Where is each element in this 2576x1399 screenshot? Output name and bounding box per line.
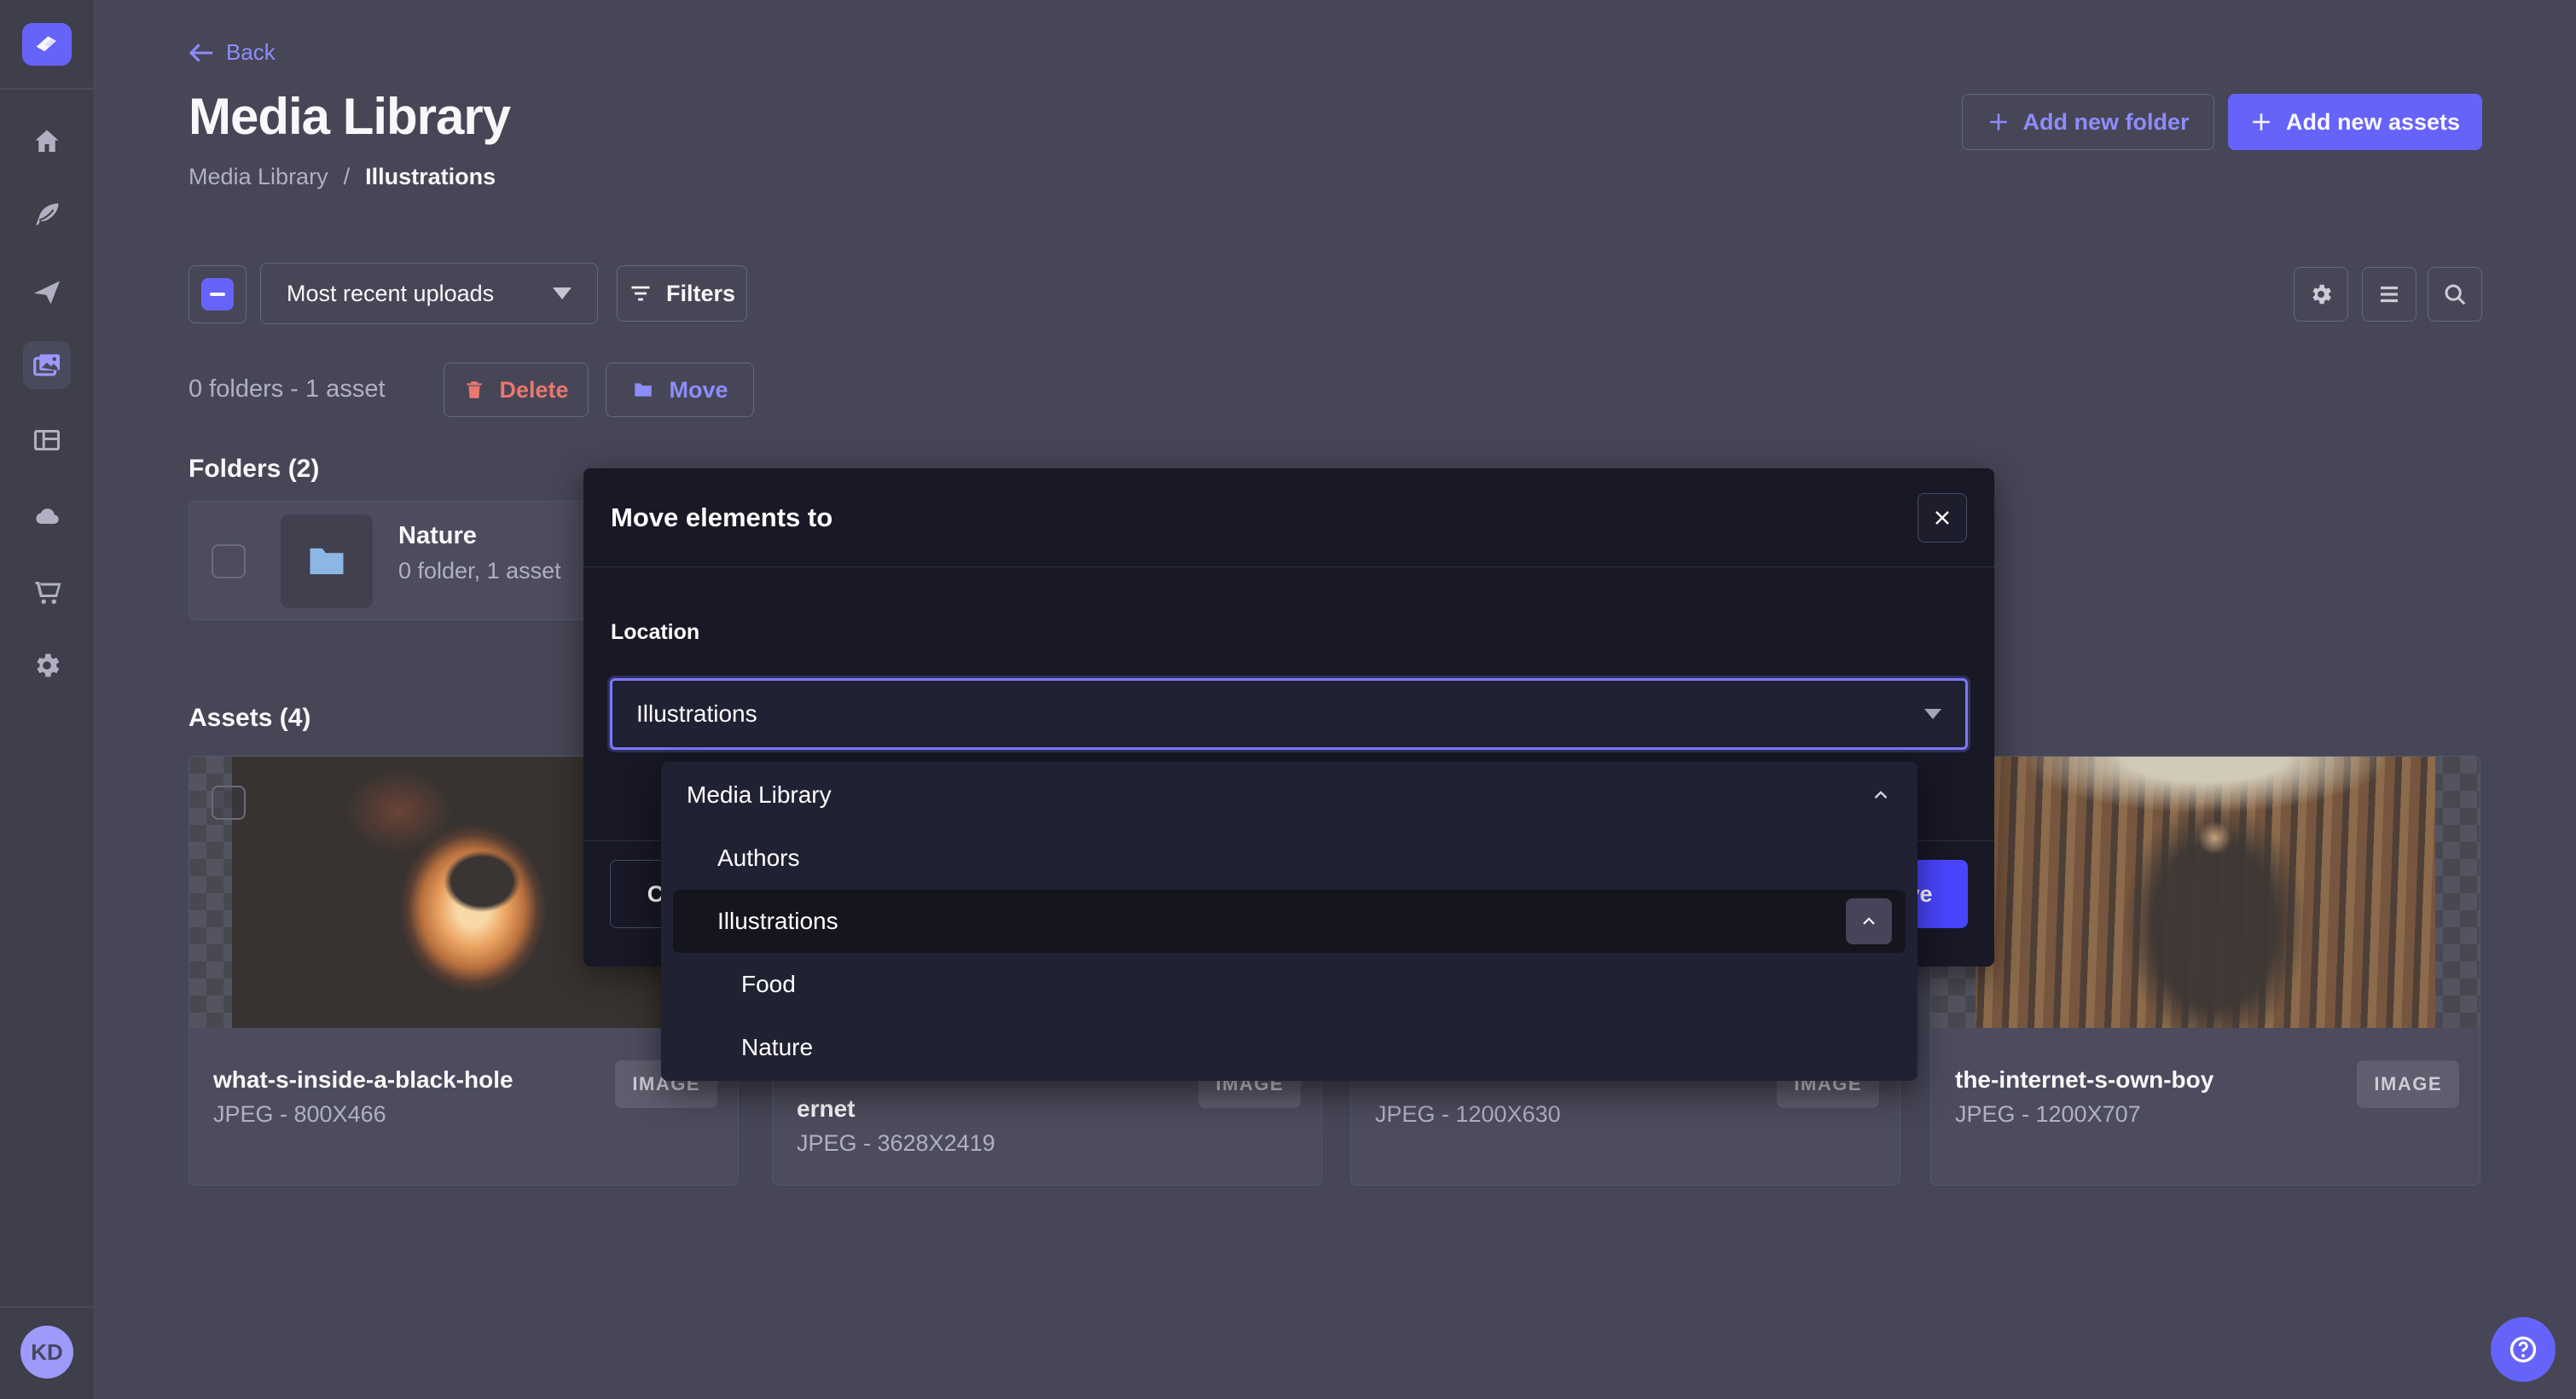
dropdown-item-nature[interactable]: Nature — [661, 1016, 1917, 1079]
location-dropdown: Media Library Authors Illustrations Food… — [661, 762, 1917, 1081]
location-select[interactable]: Illustrations — [610, 678, 1968, 750]
dropdown-item-authors[interactable]: Authors — [661, 827, 1917, 890]
dropdown-item-label: Nature — [741, 1034, 813, 1061]
chevron-up-icon — [1859, 911, 1879, 932]
modal-header: Move elements to — [583, 468, 1994, 567]
close-button[interactable] — [1917, 493, 1967, 543]
dropdown-item-label: Illustrations — [717, 908, 838, 935]
chevron-up-icon[interactable] — [1870, 784, 1892, 812]
dropdown-item-label: Media Library — [687, 781, 832, 809]
close-icon — [1932, 508, 1952, 528]
collapse-folder-button[interactable] — [1846, 898, 1892, 944]
dropdown-item-label: Food — [741, 971, 796, 998]
dropdown-item-media-library[interactable]: Media Library — [661, 763, 1917, 827]
dropdown-item-label: Authors — [717, 845, 800, 872]
location-select-value: Illustrations — [636, 700, 757, 728]
media-library-app: KD Back Media Library Media Library / Il… — [0, 0, 2576, 1399]
modal-title: Move elements to — [611, 502, 833, 533]
location-label: Location — [611, 620, 699, 645]
dropdown-item-food[interactable]: Food — [661, 953, 1917, 1016]
chevron-down-icon — [1924, 709, 1941, 719]
dropdown-item-illustrations-selected[interactable]: Illustrations — [673, 890, 1906, 953]
